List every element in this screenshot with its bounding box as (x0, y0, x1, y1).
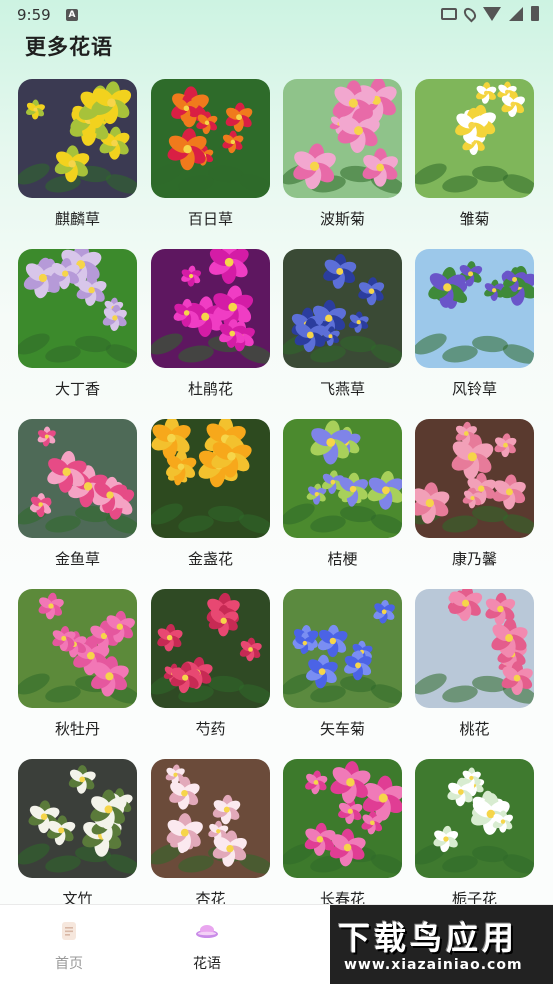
flower-image[interactable] (283, 589, 402, 708)
wifi-icon (483, 6, 501, 21)
flower-image[interactable] (18, 79, 137, 198)
flower-card[interactable]: 麒麟草 (18, 79, 137, 229)
flower-name: 雏菊 (459, 210, 490, 228)
flower-name: 长春花 (319, 890, 365, 904)
flower-image[interactable] (283, 419, 402, 538)
flower-card[interactable]: 大丁香 (18, 249, 137, 399)
nav-flower-label: 花语 (193, 956, 221, 972)
nav-flower-language[interactable]: 花语 (162, 919, 252, 973)
flower-name: 康乃馨 (451, 550, 497, 568)
location-icon (461, 5, 479, 22)
flower-card[interactable]: 矢车菊 (283, 589, 402, 739)
flower-name: 金盏花 (187, 550, 233, 568)
flower-name: 麒麟草 (54, 210, 100, 228)
flower-name: 芍药 (195, 720, 226, 738)
flower-card[interactable]: 波斯菊 (283, 79, 402, 229)
flower-name: 风铃草 (451, 380, 497, 398)
flower-card[interactable]: 长春花 (283, 759, 402, 904)
battery-icon (531, 6, 539, 21)
cloud-hat-icon (196, 925, 218, 938)
status-bar: 9:59 A (0, 0, 553, 30)
document-icon (62, 922, 76, 940)
flower-image[interactable] (415, 249, 534, 368)
flower-grid: 麒麟草 百日草 波斯菊 雏菊大丁香 杜鹃花 飞燕草 风铃草金鱼草 金盏花 桔梗 康乃馨秋牡丹 芍药 矢… (0, 79, 553, 904)
flower-image[interactable] (415, 759, 534, 878)
flower-image[interactable] (151, 759, 270, 878)
flower-name: 文竹 (62, 890, 93, 904)
flower-card[interactable]: 杜鹃花 (151, 249, 270, 399)
watermark-url: www.xiazainiao.com (344, 957, 523, 973)
flower-image[interactable] (415, 589, 534, 708)
flower-name: 栀子花 (451, 890, 497, 904)
flower-name: 杏花 (195, 890, 226, 904)
flower-card[interactable]: 风铃草 (415, 249, 534, 399)
flower-image[interactable] (18, 419, 137, 538)
watermark-title: 下载鸟应用 (338, 919, 519, 957)
flower-name: 桔梗 (327, 550, 358, 568)
flower-card[interactable]: 飞燕草 (283, 249, 402, 399)
flower-image[interactable] (18, 759, 137, 878)
flower-name: 飞燕草 (319, 380, 365, 398)
flower-card[interactable]: 金鱼草 (18, 419, 137, 569)
flower-image[interactable] (18, 589, 137, 708)
flower-name: 桃花 (459, 720, 490, 738)
flower-card[interactable]: 栀子花 (415, 759, 534, 904)
nav-home-label: 首页 (55, 956, 83, 972)
flower-card[interactable]: 桃花 (415, 589, 534, 739)
flower-image[interactable] (283, 249, 402, 368)
page-title: 更多花语 (25, 35, 113, 59)
flower-image[interactable] (283, 79, 402, 198)
status-time: 9:59 (17, 6, 51, 24)
watermark: 下载鸟应用 www.xiazainiao.com (330, 905, 553, 984)
flower-image[interactable] (151, 249, 270, 368)
flower-name: 矢车菊 (319, 720, 365, 738)
flower-name: 金鱼草 (54, 550, 100, 568)
flower-card[interactable]: 雏菊 (415, 79, 534, 229)
flower-card[interactable]: 文竹 (18, 759, 137, 904)
flower-name: 百日草 (187, 210, 233, 228)
notification-letter: A (68, 10, 76, 20)
flower-card[interactable]: 百日草 (151, 79, 270, 229)
cell-signal-icon (509, 6, 523, 21)
flower-image[interactable] (151, 589, 270, 708)
flower-name: 杜鹃花 (187, 380, 233, 398)
flower-image[interactable] (151, 419, 270, 538)
flower-image[interactable] (283, 759, 402, 878)
flower-image[interactable] (415, 419, 534, 538)
flower-card[interactable]: 杏花 (151, 759, 270, 904)
cast-icon (441, 7, 457, 20)
flower-image[interactable] (18, 249, 137, 368)
flower-card[interactable]: 芍药 (151, 589, 270, 739)
flower-name: 大丁香 (54, 380, 100, 398)
flower-name: 秋牡丹 (54, 720, 100, 738)
notification-icon: A (66, 9, 78, 21)
flower-image[interactable] (415, 79, 534, 198)
flower-name: 波斯菊 (319, 210, 365, 228)
flower-card[interactable]: 康乃馨 (415, 419, 534, 569)
nav-home[interactable]: 首页 (24, 919, 114, 973)
flower-card[interactable]: 金盏花 (151, 419, 270, 569)
flower-card[interactable]: 桔梗 (283, 419, 402, 569)
flower-image[interactable] (151, 79, 270, 198)
status-icons (441, 5, 539, 22)
flower-card[interactable]: 秋牡丹 (18, 589, 137, 739)
